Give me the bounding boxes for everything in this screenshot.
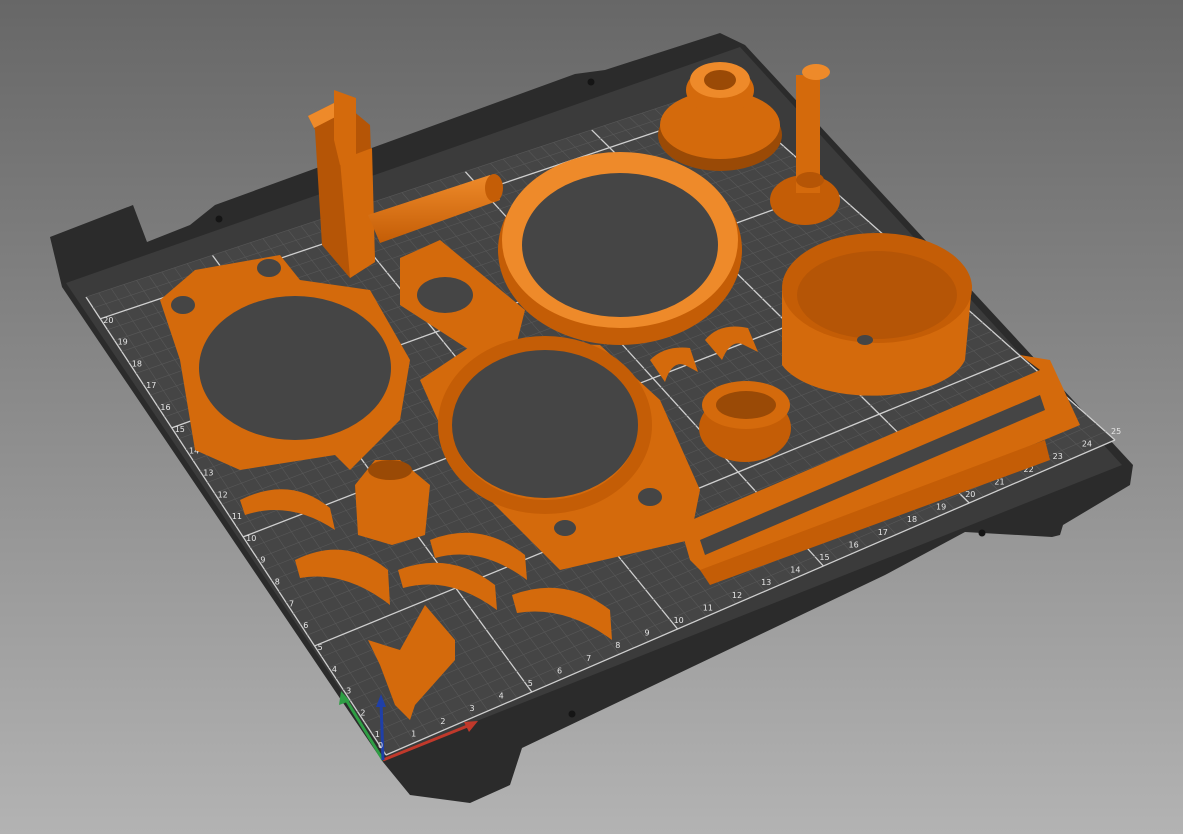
y-tick-label: 7 — [289, 599, 294, 608]
y-tick-label: 15 — [175, 425, 185, 434]
z-axis-arrow — [379, 701, 385, 761]
y-tick-label: 5 — [318, 643, 323, 652]
x-tick-label: 23 — [1053, 452, 1063, 461]
x-tick-label: 25 — [1111, 427, 1121, 436]
3d-viewport[interactable]: 1 2 3 4 5 6 7 8 9 10 11 12 13 14 15 16 17 18 19 20 21 22 23 24 2… — [0, 0, 1183, 834]
x-tick-label: 24 — [1082, 440, 1092, 449]
y-tick-label: 3 — [346, 687, 351, 696]
origin-label: 0 — [378, 741, 383, 750]
x-tick-label: 12 — [732, 591, 742, 600]
x-tick-label: 16 — [849, 540, 859, 549]
x-tick-label: 5 — [528, 679, 533, 688]
cup-housing[interactable] — [782, 233, 972, 396]
x-tick-label: 2 — [440, 717, 445, 726]
x-tick-label: 6 — [557, 666, 562, 675]
x-tick-label: 10 — [674, 616, 684, 625]
x-tick-label: 14 — [790, 566, 800, 575]
y-tick-label: 17 — [146, 381, 156, 390]
x-tick-label: 1 — [411, 729, 416, 738]
y-tick-label: 10 — [246, 534, 256, 543]
y-tick-label: 8 — [275, 578, 280, 587]
y-tick-label: 4 — [332, 665, 337, 674]
bed-screw-hole — [568, 710, 576, 718]
y-tick-label: 18 — [132, 359, 142, 368]
knurled-ring[interactable] — [699, 381, 791, 462]
y-tick-label: 1 — [375, 730, 380, 739]
y-tick-label: 11 — [232, 512, 242, 521]
bed-screw-hole — [587, 78, 595, 86]
y-tick-label: 19 — [118, 338, 128, 347]
x-tick-label: 13 — [761, 578, 771, 587]
y-tick-label: 16 — [160, 403, 170, 412]
y-tick-label: 12 — [218, 490, 228, 499]
large-ring-back[interactable] — [498, 152, 742, 345]
x-tick-label: 20 — [965, 490, 975, 499]
scene: 1234567891011121314151617181920212223242… — [50, 33, 1133, 803]
x-tick-label: 11 — [703, 603, 713, 612]
y-tick-label: 6 — [303, 621, 308, 630]
x-tick-label: 7 — [586, 654, 591, 663]
x-tick-label: 4 — [499, 692, 504, 701]
x-tick-label: 19 — [936, 503, 946, 512]
x-tick-label: 3 — [469, 704, 474, 713]
y-tick-label: 2 — [360, 708, 365, 717]
y-tick-label: 13 — [203, 468, 213, 477]
y-tick-label: 20 — [103, 316, 113, 325]
bed-screw-hole — [978, 529, 986, 537]
x-tick-label: 18 — [907, 515, 917, 524]
x-tick-label: 15 — [819, 553, 829, 562]
x-tick-label: 17 — [878, 528, 888, 537]
y-tick-label: 9 — [260, 556, 265, 565]
bed-screw-hole — [215, 215, 223, 223]
x-tick-label: 8 — [615, 641, 620, 650]
x-tick-label: 9 — [644, 629, 649, 638]
